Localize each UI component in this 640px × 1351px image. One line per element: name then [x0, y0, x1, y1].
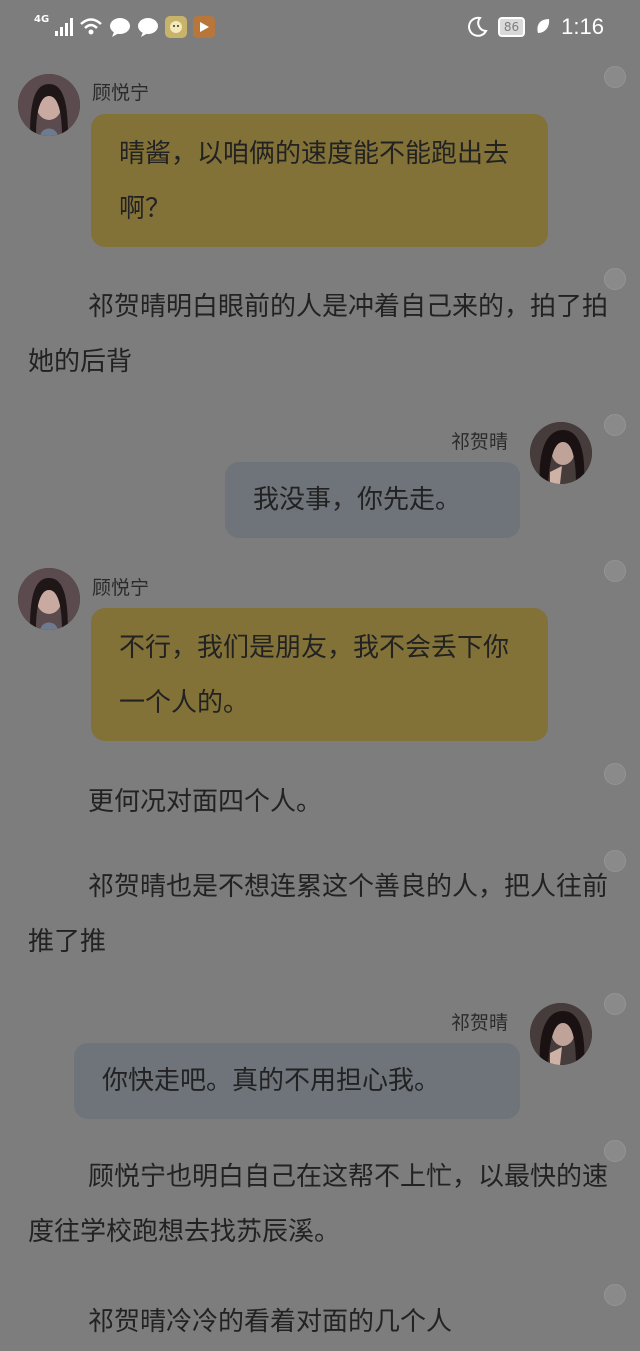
- avatar[interactable]: [530, 422, 592, 484]
- leaf-icon: [537, 19, 550, 33]
- scroll-dot[interactable]: [604, 560, 626, 582]
- status-time: 1:16: [561, 14, 604, 39]
- sender-name: 祁贺晴: [451, 1012, 509, 1034]
- moon-icon: [468, 16, 488, 37]
- wifi-icon: [80, 18, 103, 35]
- narration-text: 祁贺晴也是不想连累这个善良的人，把人往前推了推: [28, 872, 609, 957]
- message-icon: [110, 18, 131, 37]
- chat-bubble[interactable]: 你快走吧。真的不用担心我。: [74, 1043, 520, 1119]
- narration-text: 祁贺晴冷冷的看着对面的几个人: [88, 1307, 453, 1337]
- chat-bubble[interactable]: 不行，我们是朋友，我不会丢下你一个人的。: [91, 608, 548, 741]
- chat-bubble[interactable]: 我没事，你先走。: [225, 462, 520, 538]
- sender-name: 顾悦宁: [92, 577, 150, 599]
- chat-bubble[interactable]: 晴酱，以咱俩的速度能不能跑出去啊？: [91, 114, 548, 247]
- status-right: 86 1:16: [466, 12, 604, 42]
- sender-name: 祁贺晴: [451, 431, 509, 453]
- status-left: 4G: [34, 12, 216, 42]
- network-type: 4G: [34, 13, 50, 25]
- chat-icon: [138, 18, 159, 37]
- video-app-icon: [193, 16, 216, 38]
- narration-text: 更何况对面四个人。: [88, 787, 323, 817]
- avatar[interactable]: [18, 74, 80, 136]
- avatar[interactable]: [530, 1003, 592, 1065]
- narration-text: 顾悦宁也明白自己在这帮不上忙，以最快的速度往学校跑想去找苏辰溪。: [28, 1162, 609, 1247]
- narration-text: 祁贺晴明白眼前的人是冲着自己来的，拍了拍她的后背: [28, 292, 609, 377]
- scroll-dot[interactable]: [604, 414, 626, 436]
- app-icon: [165, 16, 188, 38]
- avatar[interactable]: [18, 568, 80, 630]
- signal-icon: [55, 18, 74, 36]
- sender-name: 顾悦宁: [92, 82, 150, 104]
- scroll-dot[interactable]: [604, 993, 626, 1015]
- battery-indicator: 86: [497, 17, 526, 37]
- scroll-dot[interactable]: [604, 66, 626, 88]
- status-bar: 4G 86 1:16: [0, 0, 640, 56]
